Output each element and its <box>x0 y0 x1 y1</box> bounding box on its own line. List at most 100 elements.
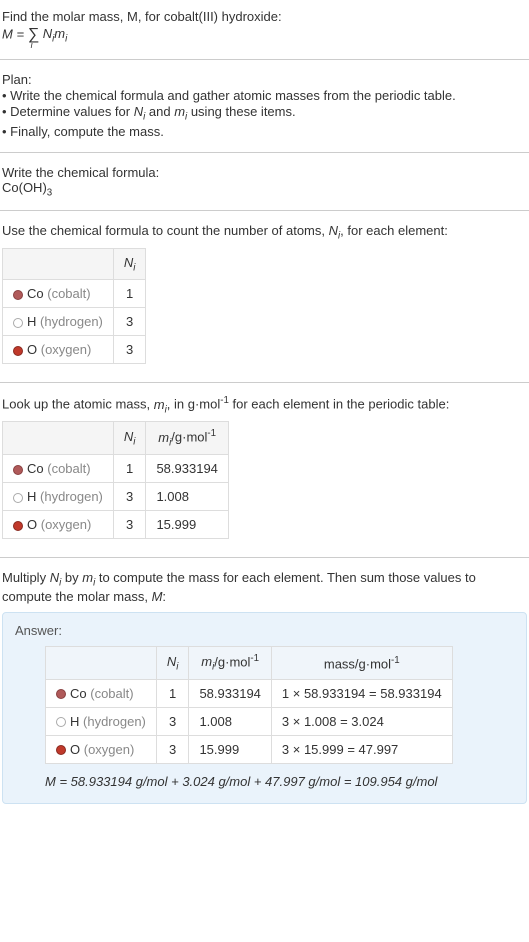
cobalt-swatch-icon <box>13 290 23 300</box>
table-row: O (oxygen) 3 <box>3 336 146 364</box>
ni-value: 3 <box>113 336 146 364</box>
element-cell: Co (cobalt) <box>46 679 157 707</box>
mi-value: 1.008 <box>189 707 271 735</box>
element-symbol: H <box>27 314 36 329</box>
plan-item-2: • Determine values for Ni and mi using t… <box>2 104 527 123</box>
element-symbol: O <box>70 742 80 757</box>
molar-mass-formula: M = ∑ i Nimi <box>2 26 527 45</box>
ni-header: Ni <box>113 422 146 455</box>
element-cell: H (hydrogen) <box>3 308 114 336</box>
plan-block: Plan: • Write the chemical formula and g… <box>0 68 529 144</box>
chem-formula-block: Write the chemical formula: Co(OH)3 <box>0 161 529 203</box>
element-name: (oxygen) <box>84 742 135 757</box>
mi-value: 58.933194 <box>189 679 271 707</box>
table-header-row: Ni mi/g·mol-1 <box>3 422 229 455</box>
element-cell: H (hydrogen) <box>3 483 114 511</box>
element-cell: Co (cobalt) <box>3 455 114 483</box>
formula-main: M = <box>2 26 28 41</box>
hydrogen-swatch-icon <box>56 717 66 727</box>
divider <box>0 152 529 153</box>
oxygen-swatch-icon <box>13 346 23 356</box>
mass-prompt-a: Look up the atomic mass, <box>2 397 154 412</box>
divider <box>0 382 529 383</box>
mi-value: 15.999 <box>146 511 228 539</box>
element-symbol: Co <box>27 461 44 476</box>
mult-d: : <box>162 589 166 604</box>
ni-value: 1 <box>113 455 146 483</box>
table-row: H (hydrogen) 3 1.008 <box>3 483 229 511</box>
mass-prompt-b: , in g·mol <box>167 397 220 412</box>
divider <box>0 59 529 60</box>
element-cell: O (oxygen) <box>3 511 114 539</box>
atom-count-table: Ni Co (cobalt) 1 H (hydrogen) 3 O (oxyge… <box>2 248 146 365</box>
element-symbol: H <box>27 489 36 504</box>
count-prompt-b: , for each element: <box>340 223 448 238</box>
ni-value: 3 <box>113 511 146 539</box>
element-name: (hydrogen) <box>40 489 103 504</box>
element-symbol: O <box>27 342 37 357</box>
chem-prompt: Write the chemical formula: <box>2 165 527 180</box>
mass-prompt-c: for each element in the periodic table: <box>229 397 449 412</box>
empty-header <box>3 248 114 280</box>
ni-header: Ni <box>113 248 146 280</box>
oxygen-swatch-icon <box>56 745 66 755</box>
formula-terms: Nimi <box>43 26 68 41</box>
ni-value: 3 <box>156 707 189 735</box>
ni-value: 3 <box>113 308 146 336</box>
element-cell: Co (cobalt) <box>3 280 114 308</box>
element-name: (cobalt) <box>90 686 133 701</box>
element-symbol: Co <box>70 686 87 701</box>
element-name: (oxygen) <box>41 517 92 532</box>
sum-index: i <box>31 40 33 50</box>
mi-value: 15.999 <box>189 735 271 763</box>
cobalt-swatch-icon <box>56 689 66 699</box>
answer-table: Ni mi/g·mol-1 mass/g·mol-1 Co (cobalt) 1… <box>45 646 453 764</box>
intro-text: Find the molar mass, M, for cobalt(III) … <box>2 9 282 24</box>
plan-item-3: • Finally, compute the mass. <box>2 124 527 139</box>
element-symbol: H <box>70 714 79 729</box>
ni-header: Ni <box>156 646 189 679</box>
mass-header: mass/g·mol-1 <box>271 646 452 679</box>
sigma-symbol: ∑ <box>28 26 39 43</box>
table-row: H (hydrogen) 3 <box>3 308 146 336</box>
table-row: O (oxygen) 3 15.999 3 × 15.999 = 47.997 <box>46 735 453 763</box>
element-name: (cobalt) <box>47 286 90 301</box>
intro-line: Find the molar mass, M, for cobalt(III) … <box>2 9 527 24</box>
table-row: O (oxygen) 3 15.999 <box>3 511 229 539</box>
count-prompt-a: Use the chemical formula to count the nu… <box>2 223 329 238</box>
mi-value: 58.933194 <box>146 455 228 483</box>
mi-value: 1.008 <box>146 483 228 511</box>
mass-calc: 3 × 1.008 = 3.024 <box>271 707 452 735</box>
oxygen-swatch-icon <box>13 521 23 531</box>
table-header-row: Ni mi/g·mol-1 mass/g·mol-1 <box>46 646 453 679</box>
empty-header <box>46 646 157 679</box>
element-name: (cobalt) <box>47 461 90 476</box>
multiply-block: Multiply Ni by mi to compute the mass fo… <box>0 566 529 608</box>
mi-header: mi/g·mol-1 <box>189 646 271 679</box>
element-symbol: O <box>27 517 37 532</box>
cobalt-swatch-icon <box>13 465 23 475</box>
element-name: (hydrogen) <box>40 314 103 329</box>
element-cell: H (hydrogen) <box>46 707 157 735</box>
ni-value: 3 <box>113 483 146 511</box>
element-symbol: Co <box>27 286 44 301</box>
table-row: Co (cobalt) 1 <box>3 280 146 308</box>
divider <box>0 557 529 558</box>
ni-value: 3 <box>156 735 189 763</box>
empty-header <box>3 422 114 455</box>
table-row: Co (cobalt) 1 58.933194 1 × 58.933194 = … <box>46 679 453 707</box>
plan-item-1: • Write the chemical formula and gather … <box>2 88 527 103</box>
element-name: (hydrogen) <box>83 714 146 729</box>
atomic-mass-table: Ni mi/g·mol-1 Co (cobalt) 1 58.933194 H … <box>2 421 229 539</box>
chem-formula-base: Co(OH) <box>2 180 47 195</box>
atom-count-block: Use the chemical formula to count the nu… <box>0 219 529 374</box>
mi-header: mi/g·mol-1 <box>146 422 228 455</box>
element-cell: O (oxygen) <box>3 336 114 364</box>
answer-box: Answer: Ni mi/g·mol-1 mass/g·mol-1 Co (c… <box>2 612 527 804</box>
answer-sum: M = 58.933194 g/mol + 3.024 g/mol + 47.9… <box>45 774 514 789</box>
chem-formula-sub: 3 <box>47 187 52 198</box>
table-row: Co (cobalt) 1 58.933194 <box>3 455 229 483</box>
mass-calc: 3 × 15.999 = 47.997 <box>271 735 452 763</box>
answer-label: Answer: <box>15 623 514 638</box>
ni-value: 1 <box>113 280 146 308</box>
